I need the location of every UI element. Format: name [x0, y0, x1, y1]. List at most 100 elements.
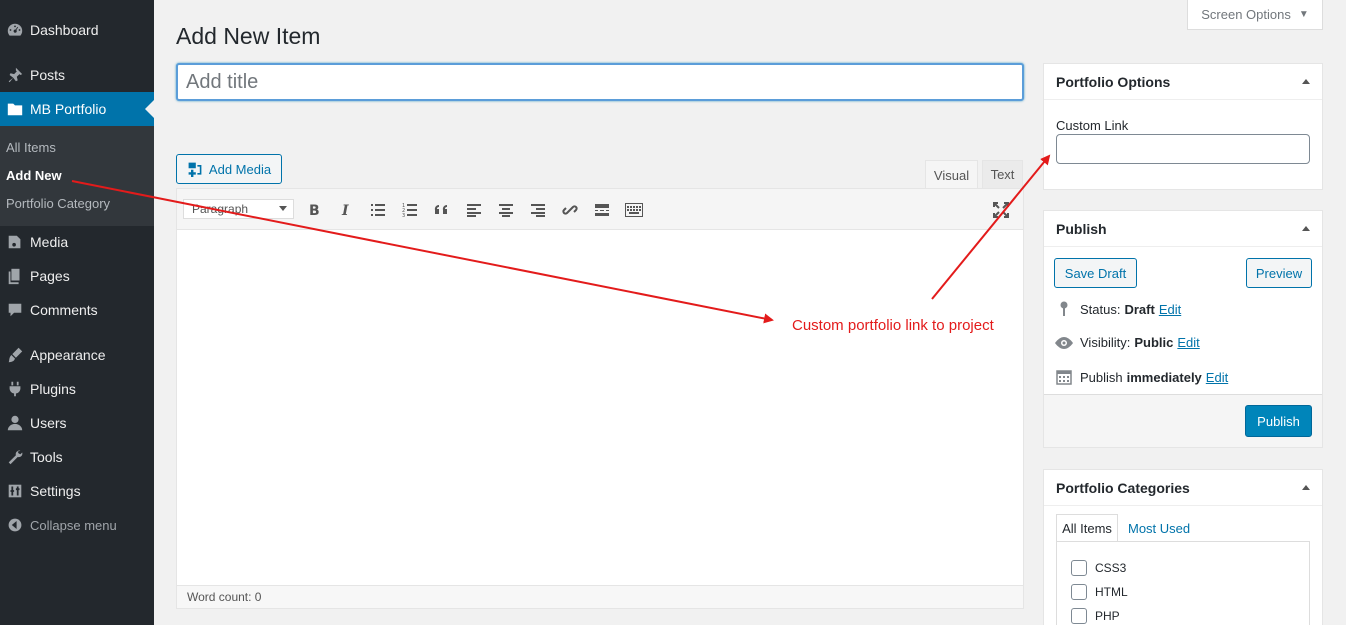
category-checkbox[interactable]	[1071, 608, 1087, 624]
edit-schedule-link[interactable]: Edit	[1206, 370, 1228, 385]
category-label: HTML	[1095, 585, 1128, 599]
sidebar-item-settings[interactable]: Settings	[0, 474, 154, 508]
tab-all-items[interactable]: All Items	[1056, 514, 1118, 542]
read-more-icon[interactable]	[592, 200, 612, 220]
active-indicator	[145, 100, 154, 118]
submenu-item-portfolio-category[interactable]: Portfolio Category	[6, 196, 110, 211]
post-title-input[interactable]	[176, 63, 1024, 101]
eye-icon	[1054, 336, 1074, 350]
sidebar-item-pages[interactable]: Pages	[0, 259, 154, 293]
tab-text[interactable]: Text	[982, 160, 1023, 188]
admin-sidebar: Dashboard Posts MB Portfolio All Items A…	[0, 0, 154, 625]
sidebar-label-media: Media	[30, 234, 69, 250]
custom-link-input[interactable]	[1056, 134, 1310, 164]
align-center-icon[interactable]	[496, 200, 516, 220]
blockquote-icon[interactable]	[432, 200, 452, 220]
sidebar-label-collapse: Collapse menu	[30, 517, 117, 533]
calendar-icon	[1054, 369, 1074, 385]
publish-box: Publish Save Draft Preview Status: Draft…	[1043, 210, 1323, 448]
edit-visibility-link[interactable]: Edit	[1177, 335, 1199, 350]
paintbrush-icon	[0, 346, 30, 364]
collapse-menu-button[interactable]: Collapse menu	[0, 508, 154, 542]
link-icon[interactable]	[560, 200, 580, 220]
screen-options-button[interactable]: Screen Options ▼	[1187, 0, 1323, 30]
publish-button[interactable]: Publish	[1245, 405, 1312, 437]
collapse-arrow-icon[interactable]	[1302, 79, 1310, 84]
status-row: Status: Draft Edit	[1054, 301, 1181, 317]
format-select-value: Paragraph	[192, 202, 249, 216]
sidebar-label-settings: Settings	[30, 483, 81, 499]
visibility-label: Visibility:	[1080, 335, 1131, 350]
word-count: Word count: 0	[177, 585, 1023, 608]
screen-options-label: Screen Options	[1201, 7, 1291, 22]
fullscreen-icon[interactable]	[991, 200, 1011, 220]
tab-visual[interactable]: Visual	[925, 160, 978, 189]
sidebar-label-users: Users	[30, 415, 67, 431]
sidebar-item-comments[interactable]: Comments	[0, 293, 154, 327]
svg-text:B: B	[309, 203, 320, 217]
add-media-button[interactable]: Add Media	[176, 154, 282, 184]
portfolio-categories-title: Portfolio Categories	[1056, 479, 1190, 496]
publish-label: Publish	[1080, 369, 1123, 385]
publish-title: Publish	[1056, 220, 1107, 237]
submenu-item-all-items[interactable]: All Items	[6, 140, 56, 155]
settings-icon	[0, 482, 30, 500]
category-item[interactable]: HTML	[1071, 584, 1128, 600]
toolbar-toggle-icon[interactable]	[624, 200, 644, 220]
category-label: CSS3	[1095, 561, 1127, 575]
editor-content-area[interactable]	[177, 230, 1023, 585]
preview-button[interactable]: Preview	[1246, 258, 1312, 288]
sidebar-item-plugins[interactable]: Plugins	[0, 372, 154, 406]
sidebar-item-users[interactable]: Users	[0, 406, 154, 440]
sidebar-item-mb-portfolio[interactable]: MB Portfolio	[0, 92, 154, 126]
sidebar-item-media[interactable]: Media	[0, 225, 154, 259]
collapse-arrow-icon[interactable]	[1302, 226, 1310, 231]
tab-most-used[interactable]: Most Used	[1128, 514, 1190, 542]
edit-status-link[interactable]: Edit	[1159, 302, 1181, 317]
svg-text:3: 3	[402, 213, 405, 217]
pushpin-icon	[0, 66, 30, 84]
pin-icon	[1054, 301, 1074, 317]
sidebar-label-appearance: Appearance	[30, 347, 106, 363]
bulleted-list-icon[interactable]	[368, 200, 388, 220]
format-select[interactable]: Paragraph	[183, 199, 294, 219]
folder-icon	[0, 100, 30, 118]
comment-icon	[0, 301, 30, 319]
category-checkbox[interactable]	[1071, 584, 1087, 600]
portfolio-options-header[interactable]: Portfolio Options	[1044, 64, 1322, 100]
sidebar-item-tools[interactable]: Tools	[0, 440, 154, 474]
submenu-item-add-new[interactable]: Add New	[6, 168, 62, 183]
caret-down-icon: ▼	[1298, 9, 1309, 20]
save-draft-button[interactable]: Save Draft	[1054, 258, 1137, 288]
publish-header[interactable]: Publish	[1044, 211, 1322, 247]
sidebar-item-dashboard[interactable]: Dashboard	[0, 13, 154, 47]
bold-icon[interactable]: B	[304, 200, 324, 220]
category-item[interactable]: PHP	[1071, 608, 1120, 624]
collapse-arrow-icon[interactable]	[1302, 485, 1310, 490]
publish-value: immediately	[1126, 369, 1202, 385]
portfolio-submenu: All Items Add New Portfolio Category	[0, 126, 154, 226]
sidebar-label-pages: Pages	[30, 268, 70, 284]
category-checklist: CSS3 HTML PHP	[1056, 541, 1310, 625]
custom-link-label: Custom Link	[1056, 118, 1129, 133]
portfolio-categories-header[interactable]: Portfolio Categories	[1044, 470, 1322, 506]
portfolio-categories-box: Portfolio Categories All Items Most Used…	[1043, 469, 1323, 625]
editor-toolbar: Paragraph B I 123	[177, 189, 1023, 230]
align-right-icon[interactable]	[528, 200, 548, 220]
sidebar-label-mb-portfolio: MB Portfolio	[30, 101, 107, 117]
status-value: Draft	[1124, 301, 1155, 317]
category-checkbox[interactable]	[1071, 560, 1087, 576]
collapse-icon	[0, 517, 30, 533]
visibility-row: Visibility: Public Edit	[1054, 335, 1200, 350]
user-icon	[0, 414, 30, 432]
plug-icon	[0, 380, 30, 398]
align-left-icon[interactable]	[464, 200, 484, 220]
chevron-down-icon	[279, 206, 287, 211]
sidebar-item-posts[interactable]: Posts	[0, 58, 154, 92]
sidebar-item-appearance[interactable]: Appearance	[0, 338, 154, 372]
numbered-list-icon[interactable]: 123	[400, 200, 420, 220]
category-item[interactable]: CSS3	[1071, 560, 1126, 576]
italic-icon[interactable]: I	[336, 200, 356, 220]
media-icon	[0, 233, 30, 251]
content-editor: Paragraph B I 123 Word count: 0	[176, 188, 1024, 609]
